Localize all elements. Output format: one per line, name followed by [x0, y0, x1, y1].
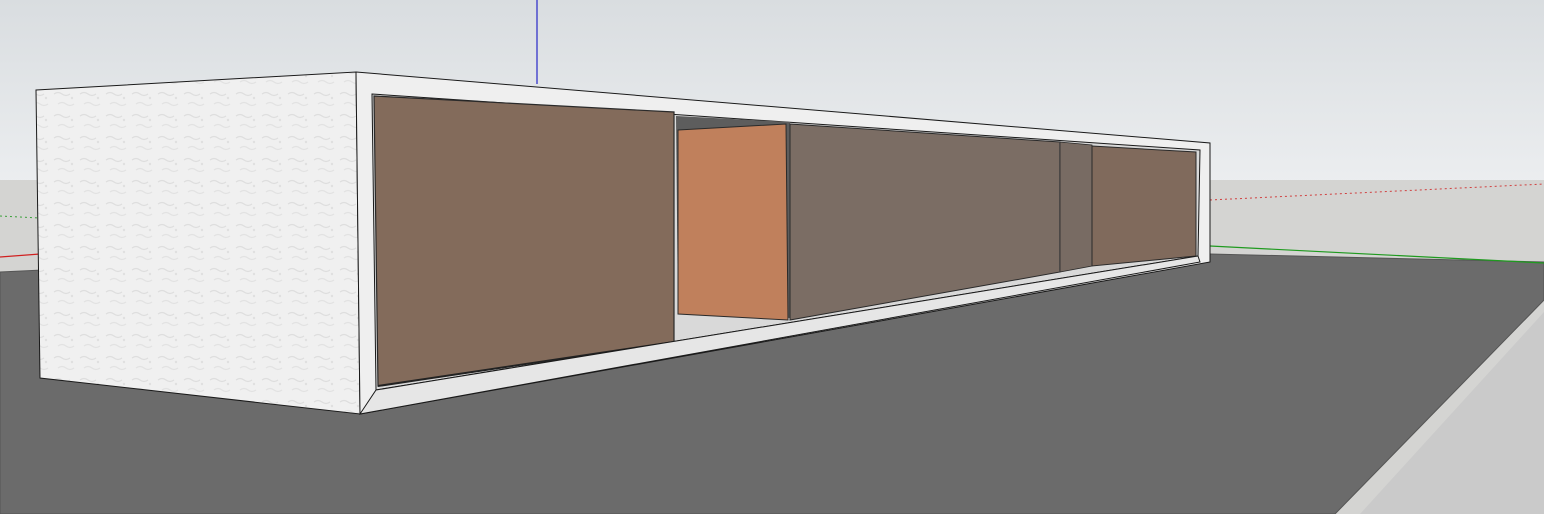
- back-glass-panel[interactable]: [1091, 145, 1197, 267]
- front-glass-panel[interactable]: [373, 95, 675, 387]
- left-end-wall: [35, 71, 361, 415]
- orange-door-panel[interactable]: [677, 123, 789, 321]
- mid-glass-strip: [1059, 141, 1093, 273]
- model-viewport[interactable]: [0, 0, 1544, 514]
